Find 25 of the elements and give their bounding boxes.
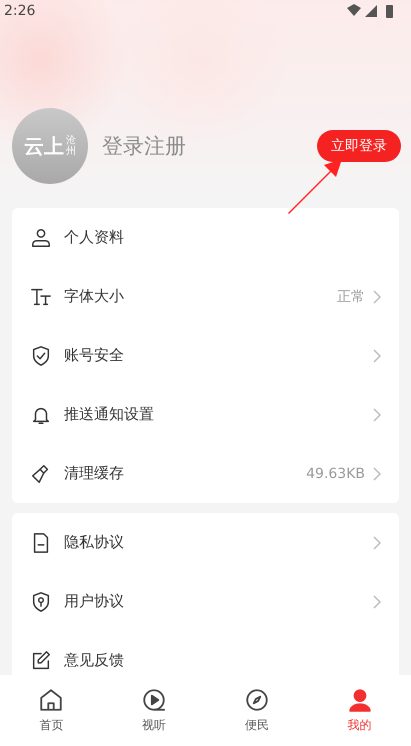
settings-row[interactable]: 隐私协议 [12, 513, 399, 572]
status-time: 2:26 [4, 3, 36, 19]
nav-tab[interactable]: 便民 [206, 675, 308, 746]
row-value: 49.63KB [306, 466, 365, 482]
pointer-arrow [286, 157, 344, 215]
login-button[interactable]: 立即登录 [317, 130, 401, 162]
shield-check-icon [30, 344, 52, 366]
settings-row[interactable]: 推送通知设置 [12, 385, 399, 444]
user-icon [346, 687, 373, 713]
settings-row[interactable]: 意见反馈 [12, 631, 399, 675]
person-icon [30, 226, 52, 248]
nav-tab[interactable]: 视听 [102, 675, 206, 746]
settings-row[interactable]: 字体大小 正常 [12, 267, 399, 326]
edit-icon [30, 650, 52, 672]
settings-row[interactable]: 用户协议 [12, 572, 399, 631]
nav-tab[interactable]: 首页 [0, 675, 103, 746]
nav-tab[interactable]: 我的 [308, 675, 411, 746]
home-icon [38, 687, 64, 713]
play-icon [141, 687, 168, 713]
settings-row[interactable]: 清理缓存 49.63KB [12, 444, 399, 503]
compass-icon [244, 687, 270, 713]
row-value: 正常 [337, 288, 365, 306]
settings-row[interactable]: 账号安全 [12, 326, 399, 385]
shield-keyhole-icon [30, 590, 52, 612]
settings-row[interactable]: 个人资料 [12, 208, 399, 267]
